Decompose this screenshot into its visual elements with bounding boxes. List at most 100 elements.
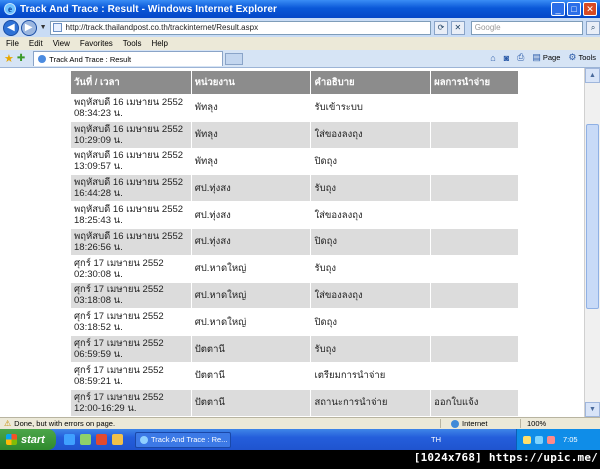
time-text: 08:59:21 น. [74, 375, 123, 387]
cell-unit: ปัตตานี [190, 335, 312, 363]
time-text: 16:44:28 น. [74, 188, 123, 200]
date-text: ศุกร์ 17 เมษายน 2552 [74, 364, 164, 376]
date-text: พฤหัสบดี 16 เมษายน 2552 [74, 123, 184, 135]
date-text: ศุกร์ 17 เมษายน 2552 [74, 257, 164, 269]
cell-description: ปิดถุง [310, 147, 432, 176]
search-icon[interactable]: ⌕ [586, 20, 600, 35]
warning-icon: ⚠ [4, 419, 12, 428]
tab-label: Track And Trace : Result [49, 54, 132, 64]
date-text: พฤหัสบดี 16 เมษายน 2552 [74, 150, 184, 162]
cell-description: ใส่ของลงถุง [310, 201, 432, 229]
cell-result [430, 227, 519, 256]
menu-file[interactable]: File [6, 39, 19, 48]
zoom-text: 100% [527, 419, 547, 428]
cell-result [430, 147, 519, 176]
tray-icon-1[interactable] [523, 435, 531, 444]
tray-icon-3[interactable] [547, 435, 555, 444]
time-text: 12:00-16:29 น. [74, 402, 137, 414]
cell-result [430, 361, 519, 390]
scroll-up-icon[interactable]: ▲ [585, 68, 600, 83]
home-button[interactable]: ⌂ [490, 53, 495, 63]
page-icon: ▤ [532, 52, 541, 62]
menu-edit[interactable]: Edit [29, 39, 43, 48]
menu-view[interactable]: View [53, 39, 70, 48]
table-header-row: วันที่ / เวลา หน่วยงาน คำอธิบาย ผลการนำจ… [70, 70, 519, 95]
scroll-down-icon[interactable]: ▼ [585, 402, 600, 417]
cell-datetime: พฤหัสบดี 16 เมษายน 2552 08:34:23 น. [70, 94, 192, 122]
cell-result [430, 120, 519, 149]
start-button[interactable]: start [0, 429, 56, 450]
add-favorite-icon[interactable]: ✚ [17, 53, 25, 64]
ie-quicklaunch-icon[interactable] [64, 434, 75, 445]
cell-unit: ปัตตานี [190, 361, 312, 390]
cell-unit: พัทลุง [190, 94, 312, 122]
language-indicator[interactable]: TH [431, 435, 441, 444]
url-field[interactable]: http://track.thailandpost.co.th/trackint… [49, 20, 432, 35]
status-message[interactable]: ⚠ Done, but with errors on page. [0, 419, 440, 428]
cell-description: รับถุง [310, 335, 432, 363]
time-text: 13:09:57 น. [74, 161, 123, 173]
table-row: พฤหัสบดี 16 เมษายน 2552 16:44:28 น. ศป.ทุ่… [70, 174, 519, 203]
cell-datetime: พฤหัสบดี 16 เมษายน 2552 10:29:09 น. [70, 120, 192, 149]
cell-datetime: ศุกร์ 17 เมษายน 2552 02:30:08 น. [70, 254, 192, 283]
desktop-quicklaunch-icon[interactable] [80, 434, 91, 445]
menu-bar: File Edit View Favorites Tools Help [0, 37, 600, 50]
taskbar: start Track And Trace : Re... TH 7:05 [0, 429, 600, 450]
time-text: 18:26:56 น. [74, 241, 123, 253]
search-input[interactable]: Google [470, 20, 584, 35]
menu-tools[interactable]: Tools [123, 39, 142, 48]
tools-menu-button[interactable]: ⚙ Tools [568, 52, 596, 63]
header-datetime: วันที่ / เวลา [70, 70, 192, 95]
tray-icon-2[interactable] [535, 435, 543, 444]
cell-result: ออกใบแจ้ง [430, 388, 519, 417]
date-text: พฤหัสบดี 16 เมษายน 2552 [74, 204, 184, 216]
cell-result [430, 335, 519, 363]
cell-description: รับเข้าระบบ [310, 94, 432, 122]
maximize-icon[interactable]: □ [567, 2, 581, 16]
task-label: Track And Trace : Re... [151, 435, 228, 444]
cell-unit: ศป.หาดใหญ่ [190, 308, 312, 337]
cell-unit: พัทลุง [190, 120, 312, 149]
media-quicklaunch-icon[interactable] [96, 434, 107, 445]
tab-track-and-trace[interactable]: Track And Trace : Result [33, 51, 224, 66]
title-bar: e Track And Trace : Result - Windows Int… [0, 0, 600, 18]
stop-icon[interactable]: ✕ [450, 20, 465, 35]
refresh-icon[interactable]: ⟳ [434, 20, 448, 35]
table-row: ศุกร์ 17 เมษายน 2552 12:00-16:29 น. ปัตตาน… [70, 388, 519, 417]
taskbar-window-button[interactable]: Track And Trace : Re... [135, 431, 231, 448]
back-icon[interactable]: ◀ [3, 19, 19, 36]
cell-result [430, 201, 519, 229]
table-row: พฤหัสบดี 16 เมษายน 2552 18:26:56 น. ศป.ทุ่… [70, 227, 519, 256]
date-text: พฤหัสบดี 16 เมษายน 2552 [74, 177, 184, 189]
tracking-table: วันที่ / เวลา หน่วยงาน คำอธิบาย ผลการนำจ… [70, 70, 519, 417]
favorites-star-icon[interactable]: ★ [4, 52, 14, 65]
table-row: พฤหัสบดี 16 เมษายน 2552 08:34:23 น. พัทลุง… [70, 94, 519, 122]
window-controls: _ □ ✕ [551, 2, 597, 16]
status-bar: ⚠ Done, but with errors on page. Interne… [0, 417, 600, 429]
new-tab-button[interactable] [225, 52, 244, 65]
minimize-icon[interactable]: _ [551, 2, 565, 16]
zoom-level[interactable]: 100% [520, 419, 546, 428]
history-dropdown-icon[interactable]: ▼ [40, 24, 47, 31]
folder-quicklaunch-icon[interactable] [112, 434, 123, 445]
cell-unit: ศป.ทุ่งสง [190, 227, 312, 256]
scroll-thumb[interactable] [586, 124, 599, 309]
home-icon: ⌂ [490, 52, 496, 63]
command-bar: ⌂ ◙ ⎙ ▤ Page ⚙ Tools [490, 52, 596, 63]
cell-description: รับถุง [310, 254, 432, 283]
feeds-button[interactable]: ◙ [504, 53, 509, 63]
url-text: http://track.thailandpost.co.th/trackint… [65, 23, 259, 32]
menu-favorites[interactable]: Favorites [80, 39, 113, 48]
cell-unit: พัทลุง [190, 147, 312, 176]
page-menu-button[interactable]: ▤ Page [532, 52, 560, 63]
date-text: ศุกร์ 17 เมษายน 2552 [74, 391, 164, 403]
print-button[interactable]: ⎙ [517, 52, 524, 63]
tab-page-icon [38, 55, 47, 63]
forward-icon[interactable]: ▶ [20, 19, 37, 36]
cell-unit: ศป.หาดใหญ่ [190, 254, 312, 283]
zone-text: Internet [462, 419, 488, 428]
close-icon[interactable]: ✕ [583, 2, 597, 16]
menu-help[interactable]: Help [151, 39, 167, 48]
cell-datetime: ศุกร์ 17 เมษายน 2552 06:59:59 น. [70, 335, 192, 363]
vertical-scrollbar[interactable]: ▲ ▼ [584, 68, 600, 417]
